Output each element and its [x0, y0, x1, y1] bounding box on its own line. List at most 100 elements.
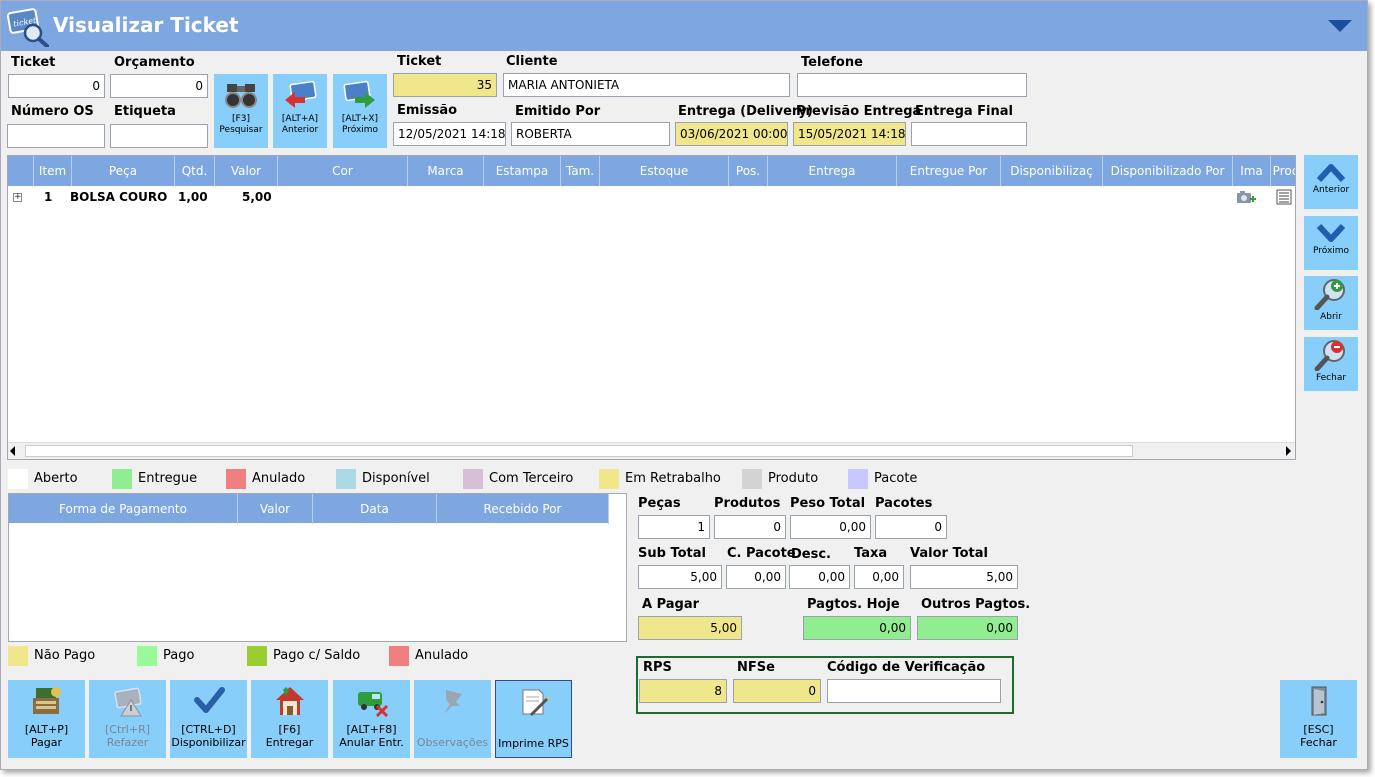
payments-grid[interactable]: Forma de Pagamento Valor Data Recebido P…	[8, 493, 627, 642]
col-pos[interactable]: Pos.	[729, 156, 768, 186]
row-expander[interactable]: +	[13, 193, 22, 202]
pecas-input[interactable]: 1	[638, 515, 710, 539]
pagar-text: Pagar	[30, 736, 63, 749]
col-item[interactable]: Item	[34, 156, 72, 186]
col-entrega[interactable]: Entrega	[768, 156, 897, 186]
proximo-text: Próximo	[341, 125, 379, 135]
legend-label: Pago	[163, 648, 195, 663]
col-forma-pagamento[interactable]: Forma de Pagamento	[9, 494, 238, 524]
binoculars-icon	[225, 84, 257, 108]
cpacote-label: C. Pacote	[727, 546, 796, 561]
legend-label: Produto	[768, 471, 819, 486]
legend-swatch	[226, 469, 246, 489]
observacoes-button[interactable]: Observações	[414, 680, 491, 758]
table-row[interactable]: + 1 BOLSA COURO 1,00 5,00	[8, 186, 1295, 208]
pesquisar-button[interactable]: [F3] Pesquisar	[214, 74, 268, 148]
orcamento-input[interactable]: 0	[110, 74, 208, 98]
camera-add-icon[interactable]	[1236, 189, 1256, 205]
imprime-rps-button[interactable]: Imprime RPS	[495, 680, 572, 758]
list-icon[interactable]	[1276, 189, 1292, 205]
previsao-input[interactable]: 15/05/2021 14:18	[793, 122, 906, 146]
legend-label: Em Retrabalho	[625, 471, 721, 486]
ticket-warning-icon	[113, 687, 142, 717]
taxa-input[interactable]: 0,00	[854, 565, 904, 589]
entrega-delivery-input[interactable]: 03/06/2021 00:00	[675, 122, 788, 146]
col-estoque[interactable]: Estoque	[600, 156, 729, 186]
cell-peca: BOLSA COURO	[70, 190, 168, 204]
codigo-input[interactable]	[827, 679, 1001, 703]
scroll-left-arrow[interactable]	[10, 446, 15, 456]
col-estampa[interactable]: Estampa	[484, 156, 561, 186]
cliente-input[interactable]: MARIA ANTONIETA	[503, 73, 790, 97]
produtos-input[interactable]: 0	[714, 515, 786, 539]
outros-input[interactable]: 0,00	[917, 616, 1018, 640]
chevron-down-icon	[1316, 223, 1346, 242]
col-recebido-por[interactable]: Recebido Por	[437, 494, 609, 524]
rps-input[interactable]: 8	[639, 679, 727, 703]
apagar-input[interactable]: 5,00	[638, 616, 742, 640]
col-disponibilizado-por[interactable]: Disponibilizado Por	[1103, 156, 1233, 186]
anular-entrega-button[interactable]: [ALT+F8] Anular Entr.	[333, 680, 410, 758]
legend-pag-anulado: Anulado	[389, 646, 468, 666]
items-grid[interactable]: Item Peça Qtd. Valor Cor Marca Estampa T…	[7, 155, 1296, 460]
door-exit-icon	[1311, 686, 1326, 716]
emitido-input[interactable]: ROBERTA	[511, 122, 670, 146]
side-proximo-button[interactable]: Próximo	[1304, 216, 1358, 270]
ticket2-input[interactable]: 35	[393, 73, 497, 97]
desc-input[interactable]: 0,00	[789, 565, 850, 589]
collapse-chevron-icon[interactable]	[1327, 19, 1353, 33]
checkmark-icon	[193, 687, 225, 713]
numero-os-input[interactable]	[7, 124, 105, 148]
col-pag-valor[interactable]: Valor	[238, 494, 313, 524]
valortotal-input[interactable]: 5,00	[910, 565, 1018, 589]
pacotes-input[interactable]: 0	[875, 515, 947, 539]
cpacote-input[interactable]: 0,00	[726, 565, 786, 589]
produtos-label: Produtos	[714, 496, 781, 511]
legend-label: Pago c/ Saldo	[273, 648, 361, 663]
col-peca[interactable]: Peça	[72, 156, 175, 186]
horizontal-scrollbar[interactable]	[8, 442, 1295, 459]
pagtos-hoje-input[interactable]: 0,00	[803, 616, 911, 640]
refazer-button[interactable]: [Ctrl+R] Refazer	[89, 680, 166, 758]
emissao-input[interactable]: 12/05/2021 14:18	[393, 122, 506, 146]
peso-input[interactable]: 0,00	[790, 515, 871, 539]
col-disponibilizacao[interactable]: Disponibilizaç	[1001, 156, 1103, 186]
scroll-thumb[interactable]	[25, 445, 1133, 457]
proximo-ticket-button[interactable]: [ALT+X] Próximo	[333, 74, 387, 148]
col-cor[interactable]: Cor	[278, 156, 408, 186]
col-entregue-por[interactable]: Entregue Por	[897, 156, 1001, 186]
side-anterior-button[interactable]: Anterior	[1304, 155, 1358, 209]
etiqueta-input[interactable]	[110, 124, 208, 148]
entrega-final-input[interactable]	[911, 122, 1027, 146]
pagar-button[interactable]: [ALT+P] Pagar	[8, 680, 85, 758]
scroll-right-arrow[interactable]	[1286, 446, 1291, 456]
legend-label: Aberto	[34, 471, 78, 486]
disponibilizar-button[interactable]: [CTRL+D] Disponibilizar	[170, 680, 247, 758]
fechar-button[interactable]: [ESC] Fechar	[1280, 680, 1357, 758]
telefone-input[interactable]	[797, 73, 1027, 97]
ticket-input[interactable]: 0	[8, 74, 105, 98]
legend-nao-pago: Não Pago	[8, 646, 95, 666]
col-tam[interactable]: Tam.	[561, 156, 600, 186]
col-qtd[interactable]: Qtd.	[175, 156, 215, 186]
side-fechar-button[interactable]: Fechar	[1304, 337, 1358, 391]
taxa-label: Taxa	[854, 546, 888, 561]
side-abrir-button[interactable]: Abrir	[1304, 276, 1358, 330]
title-bar: ticket Visualizar Ticket	[1, 1, 1367, 51]
legend-swatch	[389, 646, 409, 666]
items-grid-header: Item Peça Qtd. Valor Cor Marca Estampa T…	[8, 156, 1295, 186]
orcamento-label: Orçamento	[114, 55, 195, 70]
col-pag-data[interactable]: Data	[313, 494, 437, 524]
col-imagem[interactable]: Ima	[1233, 156, 1271, 186]
col-proc[interactable]: Proc	[1271, 156, 1295, 186]
col-valor[interactable]: Valor	[215, 156, 278, 186]
entregar-button[interactable]: [F6] Entregar	[251, 680, 328, 758]
side-abrir-text: Abrir	[1320, 312, 1342, 322]
anterior-ticket-button[interactable]: [ALT+A] Anterior	[273, 74, 327, 148]
subtotal-input[interactable]: 5,00	[638, 565, 722, 589]
col-marca[interactable]: Marca	[408, 156, 484, 186]
disponibilizar-key: [CTRL+D]	[181, 723, 236, 736]
legend-swatch	[463, 469, 483, 489]
nfse-input[interactable]: 0	[733, 679, 821, 703]
peso-label: Peso Total	[790, 496, 866, 511]
